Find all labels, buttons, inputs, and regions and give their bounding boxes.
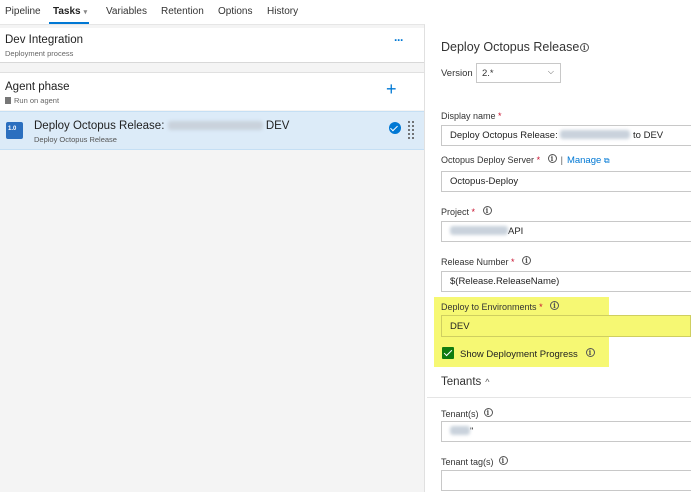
add-icon[interactable]: + (386, 80, 397, 98)
task-row[interactable]: 1.0 Deploy Octopus Release: DEV Deploy O… (0, 111, 424, 150)
project-select[interactable]: API (441, 221, 691, 242)
task-details-pane: Deploy Octopus Release Version 2.* ⌵ Disp… (426, 24, 691, 492)
redacted-text (450, 226, 508, 235)
tenants-section-label: Tenants (441, 376, 482, 388)
required-marker: * (539, 302, 543, 312)
required-marker: * (536, 155, 541, 165)
redacted-text (450, 426, 470, 435)
version-label: Version (441, 68, 473, 79)
tenant-tags-input[interactable] (441, 470, 691, 491)
external-link-icon: ⧉ (603, 156, 610, 165)
tenants-label-text: Tenant(s) (441, 409, 479, 419)
release-number-input[interactable]: $(Release.ReleaseName) (441, 271, 691, 292)
tab-tasks-label: Tasks (53, 6, 81, 17)
chevron-up-icon: ^ (485, 377, 490, 387)
info-icon[interactable] (580, 43, 589, 52)
show-progress-label: Show Deployment Progress (460, 348, 595, 360)
info-icon[interactable] (482, 206, 492, 215)
display-name-prefix: Deploy Octopus Release: (450, 130, 558, 141)
task-icon: 1.0 (6, 122, 23, 139)
tenant-tags-label-text: Tenant tag(s) (441, 457, 494, 467)
tenants-section-header[interactable]: Tenants ^ (441, 376, 490, 388)
info-icon[interactable] (585, 348, 595, 357)
tenant-tags-label: Tenant tag(s) (441, 456, 508, 467)
tab-retention[interactable]: Retention (161, 6, 204, 17)
agent-icon (5, 97, 11, 104)
check-circle-icon (389, 122, 401, 134)
info-icon[interactable] (550, 301, 560, 310)
info-icon[interactable] (522, 256, 532, 265)
display-name-label: Display name * (441, 111, 502, 121)
display-name-input[interactable]: Deploy Octopus Release: to DEV (441, 125, 691, 146)
server-label: Octopus Deploy Server * |Manage ⧉ (441, 154, 610, 166)
phase-subtitle-text: Run on agent (14, 96, 60, 105)
info-icon[interactable] (483, 408, 493, 417)
info-icon[interactable] (498, 456, 508, 465)
project-suffix: API (508, 226, 524, 237)
project-label: Project * (441, 206, 492, 217)
required-marker: * (511, 257, 515, 267)
tab-history[interactable]: History (267, 6, 298, 17)
release-number-label-text: Release Number (441, 257, 509, 267)
version-value: 2.* (482, 68, 494, 79)
environments-input[interactable]: DEV (441, 315, 691, 337)
more-icon[interactable]: ··· (394, 33, 404, 47)
chevron-down-icon: ▾ (83, 9, 88, 16)
task-subtitle: Deploy Octopus Release (34, 135, 117, 144)
separator: | (560, 155, 563, 165)
task-title-suffix: DEV (265, 120, 290, 132)
tab-options[interactable]: Options (218, 6, 252, 17)
project-label-text: Project (441, 207, 470, 217)
info-icon[interactable] (547, 154, 557, 163)
task-icon-text: 1.0 (8, 126, 17, 132)
chevron-down-icon: ⌵ (547, 67, 554, 76)
display-name-label-text: Display name (441, 111, 496, 121)
tab-pipeline[interactable]: Pipeline (5, 6, 41, 17)
tab-tasks[interactable]: Tasks ▾ (53, 6, 87, 17)
manage-link-text: Manage (566, 155, 602, 166)
stage-header[interactable]: Dev Integration Deployment process ··· (0, 28, 424, 63)
tab-variables[interactable]: Variables (106, 6, 147, 17)
environments-label: Deploy to Environments * (441, 301, 560, 312)
version-select[interactable]: 2.* ⌵ (476, 63, 561, 83)
display-name-suffix: to DEV (633, 130, 664, 141)
required-marker: * (471, 207, 476, 217)
section-divider (427, 397, 691, 398)
release-number-label: Release Number * (441, 256, 532, 267)
show-progress-label-text: Show Deployment Progress (460, 349, 578, 360)
task-title: Deploy Octopus Release: DEV (34, 120, 289, 132)
agent-phase[interactable]: Agent phase Run on agent + (0, 72, 424, 110)
phase-title: Agent phase (5, 81, 70, 93)
required-marker: * (498, 111, 502, 121)
drag-handle-icon[interactable] (407, 120, 415, 140)
task-title-prefix: Deploy Octopus Release: (34, 120, 165, 132)
details-title: Deploy Octopus Release (441, 40, 580, 54)
redacted-text (167, 121, 263, 130)
checkbox-icon[interactable] (442, 347, 454, 359)
stage-subtitle: Deployment process (5, 49, 74, 58)
tenants-label: Tenant(s) (441, 408, 493, 419)
server-label-text: Octopus Deploy Server (441, 155, 535, 165)
redacted-text (560, 130, 631, 139)
server-select[interactable]: Octopus-Deploy (441, 171, 691, 192)
tenants-suffix: " (470, 426, 474, 437)
manage-link[interactable]: Manage ⧉ (567, 155, 610, 166)
tenants-input[interactable]: " (441, 421, 691, 442)
environments-label-text: Deploy to Environments (441, 302, 537, 312)
tab-bar: Pipeline Tasks ▾ Variables Retention Opti… (0, 0, 425, 24)
phase-subtitle: Run on agent (5, 96, 59, 105)
stage-title: Dev Integration (5, 34, 83, 46)
